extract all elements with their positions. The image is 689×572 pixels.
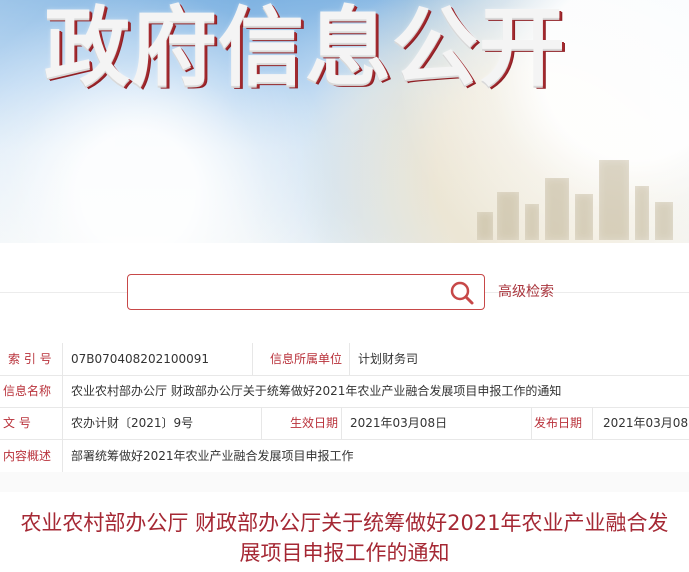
metadata-row-summary: 内容概述 部署统筹做好2021年农业产业融合发展项目申报工作 — [0, 439, 689, 473]
search-icon — [450, 281, 474, 305]
document-number-label: 文 号 — [3, 416, 31, 430]
name-label: 信息名称 — [3, 384, 52, 398]
document-title: 农业农村部办公厅 财政部办公厅关于统筹做好2021年农业产业融合发展项目申报工作… — [20, 511, 669, 565]
document-number-value: 农办计财〔2021〕9号 — [62, 407, 261, 439]
building-shape — [525, 204, 539, 240]
government-info-banner: 政府信息公开 — [0, 0, 689, 243]
building-shape — [655, 202, 673, 240]
published-date-label: 发布日期 — [531, 407, 592, 439]
page: 政府信息公开 高级检索 索 引 号 07B070408202100091 信息所… — [0, 0, 689, 572]
summary-value: 部署统筹做好2021年农业产业融合发展项目申报工作 — [62, 439, 689, 472]
published-date-value: 2021年03月08日 — [592, 407, 689, 439]
search-section: 高级检索 — [0, 243, 689, 343]
building-shape — [599, 160, 629, 240]
banner-title: 政府信息公开 — [44, 0, 566, 98]
city-skyline-decoration — [469, 120, 679, 240]
document-metadata-table: 索 引 号 07B070408202100091 信息所属单位 计划财务司 信息… — [0, 343, 689, 473]
effective-date-label: 生效日期 — [261, 407, 341, 439]
metadata-row-index: 索 引 号 07B070408202100091 信息所属单位 计划财务司 — [0, 343, 689, 376]
building-shape — [635, 186, 649, 240]
building-shape — [477, 212, 493, 240]
content-spacer — [0, 472, 689, 492]
search-box[interactable] — [127, 274, 485, 310]
building-shape — [575, 194, 593, 240]
search-button[interactable] — [449, 280, 475, 306]
name-value: 农业农村部办公厅 财政部办公厅关于统筹做好2021年农业产业融合发展项目申报工作… — [62, 375, 689, 407]
advanced-search-link[interactable]: 高级检索 — [498, 283, 554, 301]
building-shape — [545, 178, 569, 240]
index-label: 索 引 号 — [8, 352, 52, 366]
summary-label: 内容概述 — [3, 448, 52, 463]
effective-date-value: 2021年03月08日 — [341, 407, 531, 439]
building-shape — [497, 192, 519, 240]
issuer-value: 计划财务司 — [349, 343, 689, 375]
index-value: 07B070408202100091 — [62, 343, 252, 375]
search-input[interactable] — [138, 279, 442, 307]
metadata-row-document-number: 文 号 农办计财〔2021〕9号 生效日期 2021年03月08日 发布日期 2… — [0, 407, 689, 440]
metadata-row-name: 信息名称 农业农村部办公厅 财政部办公厅关于统筹做好2021年农业产业融合发展项… — [0, 375, 689, 408]
issuer-label: 信息所属单位 — [252, 343, 349, 375]
